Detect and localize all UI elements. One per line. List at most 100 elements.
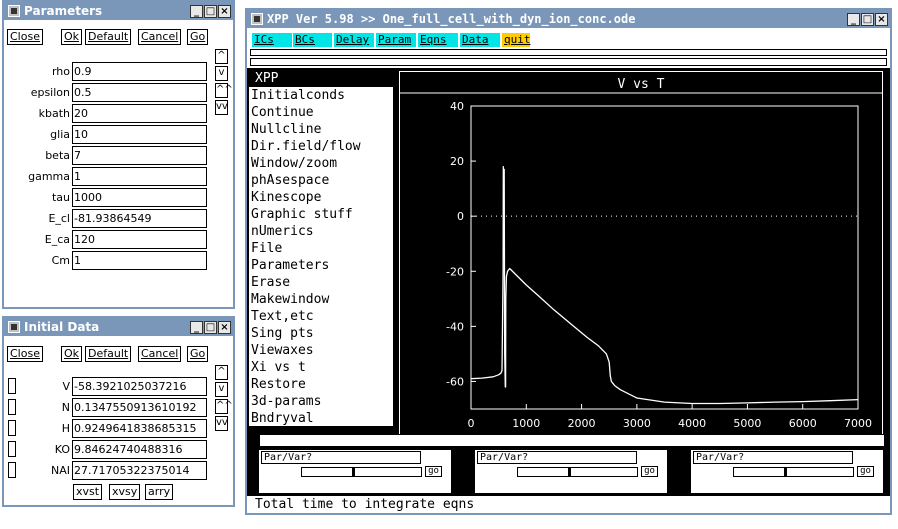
slider-parvar-input-1[interactable]: Par/Var?	[477, 451, 637, 464]
menu-item-text-etc[interactable]: Text,etc	[249, 308, 393, 325]
menu-item-initialconds[interactable]: Initialconds	[249, 87, 393, 104]
param-input-2[interactable]: 20	[72, 104, 207, 123]
close-icon[interactable]: ×	[875, 12, 888, 26]
minimize-icon[interactable]: _	[190, 320, 203, 334]
maximize-icon[interactable]: □	[204, 320, 217, 334]
param-input-1[interactable]: 0.5	[72, 83, 207, 102]
menu-item-bndryval[interactable]: Bndryval	[249, 410, 393, 427]
init-input-4[interactable]: 27.71705322375014	[72, 461, 207, 480]
eqns-button[interactable]: Eqns	[418, 33, 458, 47]
menu-item-parameters[interactable]: Parameters	[249, 257, 393, 274]
menu-item-restore[interactable]: Restore	[249, 376, 393, 393]
slider-parvar-input-0[interactable]: Par/Var?	[261, 451, 421, 464]
menu-item-xi-vs-t[interactable]: Xi vs t	[249, 359, 393, 376]
go-button[interactable]: Go	[187, 346, 209, 362]
slider-top-input[interactable]	[259, 434, 885, 447]
command-input-1[interactable]	[250, 49, 887, 56]
slider-go-button-0[interactable]: go	[425, 466, 442, 477]
close-button[interactable]: Close	[7, 29, 43, 45]
window-menu-icon[interactable]	[8, 321, 20, 333]
close-button[interactable]: Close	[7, 346, 43, 362]
menu-item-makewindow[interactable]: Makewindow	[249, 291, 393, 308]
page-down-button[interactable]: vv	[215, 100, 228, 115]
cancel-button[interactable]: Cancel	[138, 346, 182, 362]
default-button[interactable]: Default	[85, 346, 132, 362]
param-input-7[interactable]: -81.93864549	[72, 209, 207, 228]
menu-item-continue[interactable]: Continue	[249, 104, 393, 121]
menu-item-numerics[interactable]: nUmerics	[249, 223, 393, 240]
param-button[interactable]: Param	[376, 33, 416, 47]
minimize-icon[interactable]: _	[847, 12, 860, 26]
window-menu-icon[interactable]	[251, 13, 263, 25]
init-checkbox-3[interactable]	[8, 441, 16, 457]
page-down-button[interactable]: vv	[215, 416, 228, 431]
initial-data-titlebar[interactable]: Initial Data _ □ ×	[4, 318, 233, 336]
maximize-icon[interactable]: □	[861, 12, 874, 26]
page-up-button[interactable]: ^^	[215, 83, 233, 98]
slider-track-2[interactable]	[733, 467, 854, 477]
page-up-button[interactable]: ^^	[215, 399, 233, 414]
slider-parvar-input-2[interactable]: Par/Var?	[693, 451, 853, 464]
param-input-0[interactable]: 0.9	[72, 62, 207, 81]
cancel-button[interactable]: Cancel	[138, 29, 182, 45]
ok-button[interactable]: Ok	[61, 346, 83, 362]
scroll-up-button[interactable]: ^	[215, 49, 228, 64]
slider-go-button-2[interactable]: go	[857, 466, 874, 477]
menu-item-file[interactable]: File	[249, 240, 393, 257]
data-button[interactable]: Data	[460, 33, 500, 47]
menu-item-graphic-stuff[interactable]: Graphic stuff	[249, 206, 393, 223]
init-input-0[interactable]: -58.3921025037216	[72, 377, 207, 396]
maximize-icon[interactable]: □	[204, 4, 217, 18]
menu-item-erase[interactable]: Erase	[249, 274, 393, 291]
arry-button[interactable]: arry	[145, 484, 174, 500]
ics-button[interactable]: ICs	[252, 33, 292, 47]
param-input-3[interactable]: 10	[72, 125, 207, 144]
menu-item-kinescope[interactable]: Kinescope	[249, 189, 393, 206]
init-checkbox-1[interactable]	[8, 399, 16, 415]
window-menu-icon[interactable]	[8, 5, 20, 17]
go-button[interactable]: Go	[187, 29, 209, 45]
delay-button[interactable]: Delay	[334, 33, 374, 47]
scroll-down-button[interactable]: v	[215, 66, 228, 81]
parameters-titlebar[interactable]: Parameters _ □ ×	[4, 2, 233, 20]
close-icon[interactable]: ×	[218, 320, 231, 334]
slider-thumb-2[interactable]	[784, 468, 787, 476]
scroll-down-button[interactable]: v	[215, 382, 228, 397]
close-icon[interactable]: ×	[218, 4, 231, 18]
xvst-button[interactable]: xvst	[73, 484, 103, 500]
slider-thumb-1[interactable]	[568, 468, 571, 476]
menu-item-dir-field-flow[interactable]: Dir.field/flow	[249, 138, 393, 155]
menu-item-phasespace[interactable]: phAsespace	[249, 172, 393, 189]
init-input-1[interactable]: 0.1347550913610192	[72, 398, 207, 417]
command-input-2[interactable]	[250, 58, 887, 66]
slider-track-1[interactable]	[517, 467, 638, 477]
slider-thumb-0[interactable]	[352, 468, 355, 476]
quit-button[interactable]: quit	[502, 33, 531, 47]
init-checkbox-0[interactable]	[8, 378, 16, 394]
bcs-button[interactable]: BCs	[293, 33, 332, 47]
menu-item-window-zoom[interactable]: Window/zoom	[249, 155, 393, 172]
scroll-up-button[interactable]: ^	[215, 365, 228, 380]
init-checkbox-4[interactable]	[8, 462, 16, 478]
menu-item-sing-pts[interactable]: Sing pts	[249, 325, 393, 342]
menu-item-nullcline[interactable]: Nullcline	[249, 121, 393, 138]
param-input-8[interactable]: 120	[72, 230, 207, 249]
menu-item-3d-params[interactable]: 3d-params	[249, 393, 393, 410]
param-input-4[interactable]: 7	[72, 146, 207, 165]
init-checkbox-2[interactable]	[8, 420, 16, 436]
menu-item-viewaxes[interactable]: Viewaxes	[249, 342, 393, 359]
init-input-2[interactable]: 0.9249641838685315	[72, 419, 207, 438]
default-button[interactable]: Default	[85, 29, 132, 45]
init-input-3[interactable]: 9.84624740488316	[72, 440, 207, 459]
xpp-titlebar[interactable]: XPP Ver 5.98 >> One_full_cell_with_dyn_i…	[247, 10, 890, 28]
xvsy-button[interactable]: xvsy	[109, 484, 141, 500]
slider-go-button-1[interactable]: go	[641, 466, 658, 477]
initial-data-title: Initial Data	[24, 320, 100, 334]
param-input-9[interactable]: 1	[72, 251, 207, 270]
param-input-5[interactable]: 1	[72, 167, 207, 186]
plot-area[interactable]: V vs T 40 20 0 -20 -40 -60 0 1000 2000 3000 4000 500…	[399, 71, 883, 443]
minimize-icon[interactable]: _	[190, 4, 203, 18]
slider-track-0[interactable]	[301, 467, 422, 477]
ok-button[interactable]: Ok	[61, 29, 83, 45]
param-input-6[interactable]: 1000	[72, 188, 207, 207]
